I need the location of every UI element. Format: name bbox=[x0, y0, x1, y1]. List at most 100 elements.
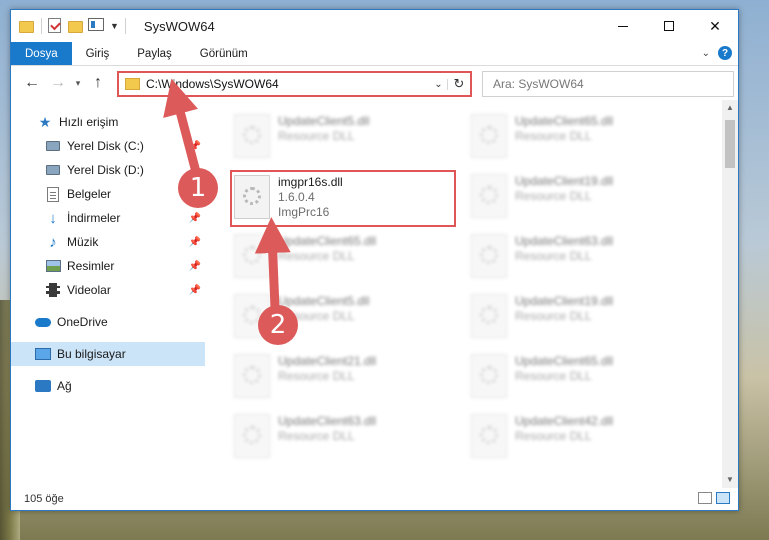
pin-icon: 📌 bbox=[188, 284, 201, 296]
scroll-down-icon[interactable]: ▼ bbox=[722, 472, 738, 488]
nav-label: İndirmeler bbox=[67, 211, 121, 225]
documents-icon bbox=[45, 186, 61, 202]
forward-arrow-icon[interactable]: → bbox=[45, 74, 71, 92]
file-tile[interactable]: UpdateClient65.dll Resource DLL bbox=[467, 110, 693, 166]
file-tile[interactable]: UpdateClient65.dll Resource DLL bbox=[467, 350, 693, 406]
tab-view[interactable]: Görünüm bbox=[186, 42, 262, 65]
explorer-window: ▼ SysWOW64 ✕ Dosya Giriş Paylaş Görünüm … bbox=[10, 9, 739, 511]
file-description: Resource DLL bbox=[278, 429, 355, 443]
help-icon[interactable]: ? bbox=[718, 46, 732, 60]
file-tile[interactable]: UpdateClient19.dll Resource DLL bbox=[467, 290, 693, 346]
recent-locations-chevron-icon[interactable]: ▾ bbox=[71, 78, 85, 89]
disk-icon bbox=[45, 162, 61, 178]
nav-item-music[interactable]: ♪ Müzik 📌 bbox=[11, 230, 205, 254]
nav-item-network[interactable]: Ağ bbox=[11, 374, 205, 398]
file-tile[interactable]: UpdateClient21.dll Resource DLL bbox=[230, 350, 456, 406]
dll-file-icon bbox=[471, 114, 507, 158]
file-name: UpdateClient63.dll bbox=[515, 234, 614, 248]
address-path[interactable]: C:\Windows\SysWOW64 bbox=[146, 77, 430, 91]
ribbon-tabs: Dosya Giriş Paylaş Görünüm ⌄ ? bbox=[11, 42, 738, 66]
expand-ribbon-chevron-icon[interactable]: ⌄ bbox=[702, 48, 710, 59]
file-tile[interactable]: UpdateClient63.dll Resource DLL bbox=[467, 230, 693, 286]
quick-access-toolbar: ▼ bbox=[11, 18, 128, 34]
downloads-icon: ↓ bbox=[49, 209, 57, 227]
details-view-icon[interactable] bbox=[698, 492, 712, 504]
dll-file-icon bbox=[234, 414, 270, 458]
file-list: UpdateClient5.dll Resource DLL imgpr16s.d… bbox=[205, 100, 738, 488]
nav-item-local-disk-c[interactable]: Yerel Disk (C:) 📌 bbox=[11, 134, 205, 158]
nav-label: Ağ bbox=[57, 379, 72, 393]
dll-file-icon bbox=[234, 234, 270, 278]
file-name: UpdateClient21.dll bbox=[278, 354, 377, 368]
search-input[interactable]: Ara: SysWOW64 bbox=[482, 71, 734, 97]
file-tile[interactable]: UpdateClient42.dll Resource DLL bbox=[467, 410, 693, 466]
step-badge-1: 1 bbox=[178, 168, 218, 208]
address-row: ← → ▾ ↑ C:\Windows\SysWOW64 ⌄ ↻ Ara: Sys… bbox=[11, 66, 738, 100]
navigation-pane: ★ Hızlı erişim Yerel Disk (C:) 📌 Yerel D… bbox=[11, 100, 205, 488]
maximize-button[interactable] bbox=[646, 10, 692, 42]
up-arrow-icon[interactable]: ↑ bbox=[85, 74, 111, 92]
nav-item-documents[interactable]: Belgeler 📌 bbox=[11, 182, 205, 206]
file-description: Resource DLL bbox=[515, 189, 592, 203]
nav-label: Yerel Disk (D:) bbox=[67, 163, 144, 177]
file-tile[interactable]: UpdateClient63.dll Resource DLL bbox=[230, 410, 456, 466]
ribbon-right-controls: ⌄ ? bbox=[702, 46, 732, 60]
customize-toolbar-chevron-icon[interactable]: ▼ bbox=[110, 21, 119, 31]
large-icons-view-icon[interactable] bbox=[716, 492, 730, 504]
file-tile[interactable]: UpdateClient65.dll Resource DLL bbox=[230, 230, 456, 286]
scrollbar-thumb[interactable] bbox=[725, 120, 735, 168]
back-arrow-icon[interactable]: ← bbox=[19, 74, 45, 92]
close-button[interactable]: ✕ bbox=[692, 10, 738, 42]
pin-icon: 📌 bbox=[188, 140, 201, 152]
dll-file-icon bbox=[471, 174, 507, 218]
properties-check-icon[interactable] bbox=[48, 18, 64, 34]
dll-file-icon bbox=[234, 114, 270, 158]
status-bar: 105 öğe bbox=[11, 488, 738, 510]
dll-file-icon bbox=[471, 234, 507, 278]
nav-item-videos[interactable]: Videolar 📌 bbox=[11, 278, 205, 302]
nav-item-this-pc[interactable]: Bu bilgisayar bbox=[11, 342, 205, 366]
file-name: UpdateClient63.dll bbox=[278, 414, 377, 428]
address-history-chevron-icon[interactable]: ⌄ bbox=[430, 78, 448, 90]
folder-icon bbox=[19, 18, 35, 34]
file-name: UpdateClient19.dll bbox=[515, 174, 614, 188]
address-bar[interactable]: C:\Windows\SysWOW64 ⌄ ↻ bbox=[117, 71, 472, 97]
scroll-up-icon[interactable]: ▲ bbox=[722, 100, 738, 116]
title-bar: ▼ SysWOW64 ✕ bbox=[11, 10, 738, 42]
file-tile[interactable]: UpdateClient5.dll Resource DLL bbox=[230, 110, 456, 166]
nav-label: Videolar bbox=[67, 283, 111, 297]
file-name: UpdateClient65.dll bbox=[278, 234, 377, 248]
nav-item-downloads[interactable]: ↓ İndirmeler 📌 bbox=[11, 206, 205, 230]
new-folder-icon[interactable] bbox=[68, 18, 84, 34]
window-controls: ✕ bbox=[600, 10, 738, 42]
file-name: UpdateClient65.dll bbox=[515, 354, 614, 368]
nav-item-local-disk-d[interactable]: Yerel Disk (D:) bbox=[11, 158, 205, 182]
file-description: Resource DLL bbox=[515, 369, 592, 383]
nav-label: Yerel Disk (C:) bbox=[67, 139, 144, 153]
properties-icon[interactable] bbox=[88, 18, 104, 34]
step-badge-2: 2 bbox=[258, 305, 298, 345]
pc-icon bbox=[35, 346, 51, 362]
dll-file-icon bbox=[234, 354, 270, 398]
file-description: Resource DLL bbox=[278, 129, 355, 143]
nav-item-quick-access[interactable]: ★ Hızlı erişim bbox=[11, 110, 205, 134]
refresh-icon[interactable]: ↻ bbox=[448, 76, 470, 92]
file-description: Resource DLL bbox=[515, 429, 592, 443]
file-tile[interactable]: UpdateClient19.dll Resource DLL bbox=[467, 170, 693, 226]
music-icon: ♪ bbox=[49, 233, 57, 251]
dll-file-icon bbox=[471, 294, 507, 338]
file-highlight-box bbox=[230, 170, 456, 227]
tab-file[interactable]: Dosya bbox=[11, 42, 72, 65]
vertical-scrollbar[interactable]: ▲ ▼ bbox=[722, 100, 738, 488]
nav-label: Müzik bbox=[67, 235, 99, 249]
tab-share[interactable]: Paylaş bbox=[123, 42, 186, 65]
nav-label: OneDrive bbox=[57, 315, 108, 329]
nav-item-pictures[interactable]: Resimler 📌 bbox=[11, 254, 205, 278]
folder-icon bbox=[125, 78, 140, 90]
tab-home[interactable]: Giriş bbox=[72, 42, 124, 65]
minimize-button[interactable] bbox=[600, 10, 646, 42]
pin-icon: 📌 bbox=[188, 260, 201, 272]
star-icon: ★ bbox=[38, 113, 52, 130]
nav-item-onedrive[interactable]: OneDrive bbox=[11, 310, 205, 334]
content-area: ★ Hızlı erişim Yerel Disk (C:) 📌 Yerel D… bbox=[11, 100, 738, 488]
